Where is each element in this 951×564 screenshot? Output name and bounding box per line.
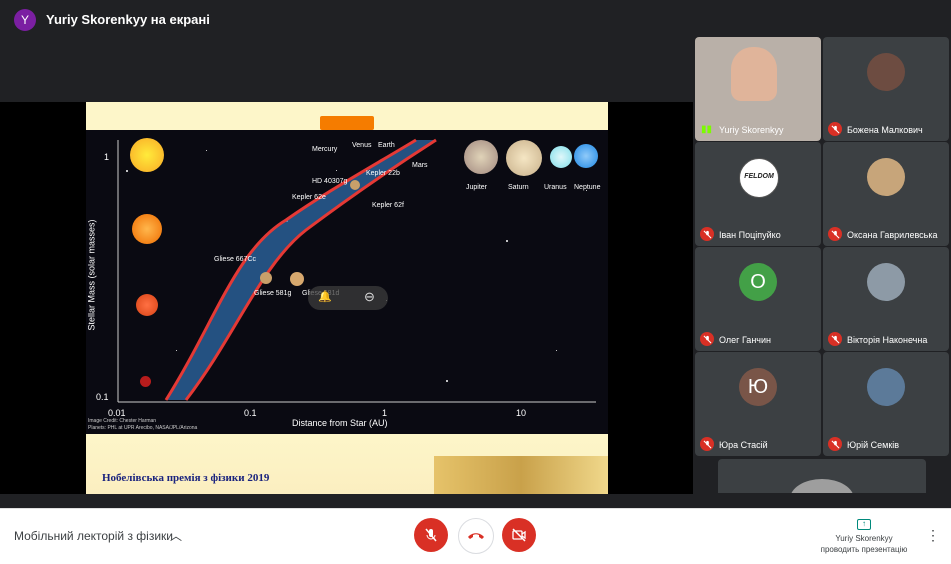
x-tick: 0.01 [108,408,126,418]
participant-tile[interactable]: Юрій Семків [823,352,949,456]
mic-off-icon [828,437,842,451]
participant-tile[interactable]: Вікторія Наконечна [823,247,949,351]
mic-off-icon [828,122,842,136]
solar-planet-label: Saturn [508,184,529,191]
planet-label: Earth [378,142,395,149]
participant-tile-partial[interactable] [718,459,926,493]
participant-photo [790,479,854,493]
presenter-title: Yuriy Skorenkyy на екрані [46,12,210,27]
mic-off-icon [828,332,842,346]
planet-label: Kepler 62e [292,194,326,201]
participant-tile[interactable]: Божена Малкович [823,37,949,141]
planet-label: Gliese 667Cc [214,256,257,263]
planet-label: Venus [352,142,372,149]
participant-photo: FELDOM [739,158,779,199]
participant-name: Олег Ганчин [719,335,771,345]
planet-label: Gliese 581g [254,290,292,297]
x-tick: 1 [382,408,388,418]
participant-name: Оксана Гаврилевська [847,230,938,240]
bell-icon[interactable]: 🔔 [318,290,332,303]
meeting-name[interactable]: Мобільний лекторій з фізики [14,529,173,543]
participant-name: Вікторія Наконечна [847,335,928,345]
leave-call-button[interactable] [458,518,494,554]
top-bar: Y Yuriy Skorenkyy на екрані [0,0,951,38]
minus-circle-icon[interactable]: ⊖ [364,289,375,305]
participant-video [731,47,777,101]
more-options-icon[interactable]: ⋮ [926,527,940,544]
speaking-icon: ▮▮ [701,124,713,135]
nobel-medal-image [434,456,608,494]
x-tick: 10 [516,408,527,418]
mic-off-icon [700,227,714,241]
participant-tile-self-video[interactable]: ▮▮ Yuriy Skorenkyy [695,37,821,141]
participant-name: Юра Стасій [719,440,768,450]
mic-off-icon [700,437,714,451]
camera-off-icon [512,528,526,542]
phone-hangup-icon [468,533,484,539]
participant-name: Yuriy Skorenkyy [719,125,784,135]
planet-label: Kepler 22b [366,170,400,177]
y-axis-label: Stellar Mass (solar masses) [86,219,97,331]
camera-toggle-button[interactable] [502,518,536,552]
present-screen-icon: ↑ [857,519,871,530]
presentation-toolbar[interactable] [320,116,374,130]
image-credit: Image Credit: Chester Harman [88,418,157,424]
participant-photo [867,158,905,197]
participant-tile[interactable]: Ю Юра Стасій [695,352,821,456]
participant-letter-avatar: О [739,263,777,302]
slide-footer: Нобелівська премія з фізики 2019 [86,434,608,494]
chevron-up-icon[interactable]: ︿ [170,527,182,544]
solar-planet-label: Uranus [544,184,567,191]
y-tick: 1 [104,152,110,162]
slide-reaction-bar[interactable]: 🔔 ⊖ [308,286,388,310]
participant-tile[interactable]: О Олег Ганчин [695,247,821,351]
slide: Mercury Venus Earth Mars HD 40307g Keple… [86,102,608,494]
habitable-zone-band [117,138,596,403]
participant-photo [867,263,905,302]
mic-off-icon [700,332,714,346]
participants-panel: ▮▮ Yuriy Skorenkyy Божена Малкович FELDO… [693,35,951,493]
participant-name: Іван Поціпуйко [719,230,781,240]
solar-planet-label: Jupiter [466,184,488,191]
planet-label: Kepler 62f [372,202,404,209]
participant-tile[interactable]: Оксана Гаврилевська [823,142,949,246]
slide-chart-area: Mercury Venus Earth Mars HD 40307g Keple… [86,130,608,434]
solar-planet-label: Neptune [574,184,601,191]
image-credit: Planets: PHL at UPR Arecibo, NASA/JPL/Ar… [88,425,198,431]
presenter-name: Yuriy Skorenkyy [835,534,893,543]
mic-off-icon [425,528,437,542]
participant-name: Божена Малкович [847,125,923,135]
presenting-label: проводить презентацію [820,545,908,554]
participant-letter-avatar: Ю [739,368,777,407]
presentation-stage: Mercury Venus Earth Mars HD 40307g Keple… [0,102,693,494]
presenting-status[interactable]: ↑ Yuriy Skorenkyy проводить презентацію [806,519,922,555]
slide-footer-title: Нобелівська премія з фізики 2019 [102,472,270,484]
participant-photo [867,53,905,92]
x-axis-label: Distance from Star (AU) [292,418,388,428]
participant-name: Юрій Семків [847,440,900,450]
planet-label: Mercury [312,146,338,153]
x-tick: 0.1 [244,408,257,418]
presenter-avatar: Y [14,9,36,31]
participant-photo [867,368,905,407]
planet-label: Mars [412,162,428,169]
bottom-control-bar: Мобільний лекторій з фізики ︿ ↑ Yuriy Sk… [0,508,951,564]
mic-toggle-button[interactable] [414,518,448,552]
mic-off-icon [828,227,842,241]
y-tick: 0.1 [96,392,109,402]
planet-label: HD 40307g [312,178,348,185]
participant-tile[interactable]: FELDOM Іван Поціпуйко [695,142,821,246]
